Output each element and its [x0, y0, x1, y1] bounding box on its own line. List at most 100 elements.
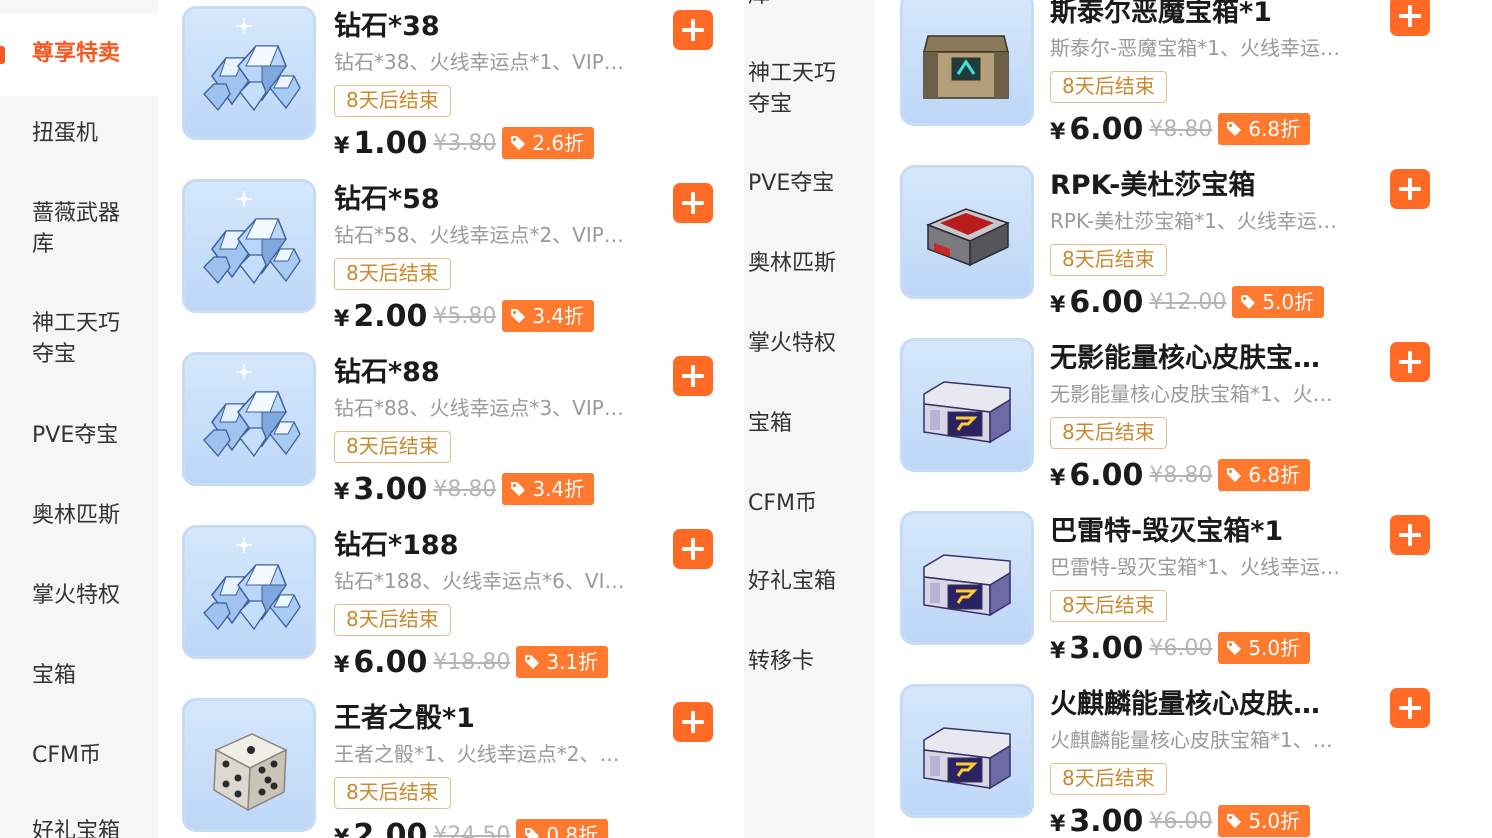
- product-thumbnail[interactable]: [900, 338, 1034, 472]
- category-item[interactable]: 蔷薇武器 库: [0, 180, 158, 280]
- category-item[interactable]: 奥林匹斯: [744, 230, 874, 300]
- category-sidebar-right: 库神工天巧 夺宝 PVE夺宝奥林匹斯掌火特权宝箱 CFM币好礼宝箱转移卡: [744, 0, 874, 838]
- product-description: 钻石*58、火线幸运点*2、VIP…: [334, 223, 624, 247]
- product-thumbnail[interactable]: [182, 352, 316, 486]
- category-label: 转移卡: [748, 649, 815, 674]
- end-time-tag: 8天后结束: [1050, 71, 1167, 103]
- original-price: ¥8.80: [1149, 462, 1213, 488]
- category-item[interactable]: 宝箱: [744, 390, 874, 460]
- product-thumbnail[interactable]: [900, 511, 1034, 645]
- add-to-cart-button[interactable]: [1390, 342, 1430, 382]
- product-thumbnail[interactable]: [900, 684, 1034, 818]
- product-name: 巴雷特-毁灭宝箱*1: [1050, 516, 1284, 547]
- category-item[interactable]: 好礼宝箱: [0, 800, 158, 838]
- category-label: 扭蛋机: [32, 121, 99, 146]
- end-time-tag: 8天后结束: [1050, 763, 1167, 795]
- original-price: ¥18.80: [433, 649, 511, 675]
- category-item[interactable]: 神工天巧 夺宝: [0, 290, 158, 390]
- original-price: ¥8.80: [1149, 116, 1213, 142]
- add-to-cart-button[interactable]: [673, 356, 713, 396]
- end-time-tag: 8天后结束: [334, 258, 451, 290]
- product-thumbnail[interactable]: [182, 6, 316, 140]
- category-item[interactable]: 掌火特权: [744, 310, 874, 380]
- category-item[interactable]: 尊享特卖: [0, 14, 158, 96]
- product-card[interactable]: 钻石*38 钻石*38、火线幸运点*1、VIP… 8天后结束 ¥1.00 ¥3.80 2.…: [158, 6, 744, 179]
- add-to-cart-button[interactable]: [1390, 515, 1430, 555]
- discount-text: 5.0折: [1248, 809, 1301, 833]
- treasure-chest-icon: [923, 35, 1009, 99]
- product-thumbnail[interactable]: [900, 0, 1034, 126]
- add-to-cart-button[interactable]: [1390, 169, 1430, 209]
- category-item[interactable]: 神工天巧 夺宝: [744, 40, 874, 140]
- product-thumbnail[interactable]: [182, 179, 316, 313]
- category-item[interactable]: 好礼宝箱: [744, 548, 874, 618]
- category-label: 尊享特卖: [32, 41, 121, 66]
- add-to-cart-button[interactable]: [673, 183, 713, 223]
- category-item[interactable]: 转移卡: [744, 628, 874, 698]
- add-to-cart-button[interactable]: [673, 10, 713, 50]
- currency-symbol: ¥: [1050, 465, 1066, 491]
- category-label: CFM币: [32, 743, 101, 768]
- category-label: 神工天巧 夺宝: [748, 61, 837, 117]
- discount-badge: 5.0折: [1218, 805, 1311, 837]
- add-to-cart-button[interactable]: [1390, 688, 1430, 728]
- original-price: ¥12.00: [1149, 289, 1227, 315]
- add-to-cart-button[interactable]: [673, 529, 713, 569]
- category-item[interactable]: 宝箱: [0, 640, 158, 710]
- discount-text: 2.6折: [532, 131, 585, 155]
- end-time-tag: 8天后结束: [334, 85, 451, 117]
- add-to-cart-button[interactable]: [673, 702, 713, 742]
- product-card[interactable]: 钻石*88 钻石*88、火线幸运点*3、VIP… 8天后结束 ¥3.00 ¥8.80 3.…: [158, 352, 744, 525]
- category-item[interactable]: PVE夺宝: [744, 150, 874, 220]
- original-price: ¥8.80: [433, 476, 497, 502]
- price-row: ¥3.00 ¥6.00 5.0折: [1050, 802, 1311, 838]
- original-price: ¥6.00: [1149, 808, 1213, 834]
- discount-badge: 3.4折: [502, 300, 595, 332]
- discount-badge: 2.6折: [502, 127, 595, 159]
- product-card[interactable]: 钻石*58 钻石*58、火线幸运点*2、VIP… 8天后结束 ¥2.00 ¥5.80 3.…: [158, 179, 744, 352]
- price-row: ¥6.00 ¥18.80 3.1折: [334, 643, 609, 681]
- product-description: 巴雷特-毁灭宝箱*1、火线幸运…: [1050, 555, 1340, 579]
- product-card[interactable]: 王者之骰*1 王者之骰*1、火线幸运点*2、… 8天后结束 ¥2.00 ¥24.50 0.…: [158, 698, 744, 838]
- category-item[interactable]: 奥林匹斯: [0, 480, 158, 550]
- original-price: ¥5.80: [433, 303, 497, 329]
- product-thumbnail[interactable]: [900, 165, 1034, 299]
- current-price: 6.00: [1069, 457, 1144, 493]
- category-label: PVE夺宝: [748, 171, 835, 196]
- add-to-cart-button[interactable]: [1390, 0, 1430, 36]
- price-tag-icon: [525, 828, 540, 838]
- category-item[interactable]: CFM币: [744, 470, 874, 540]
- category-item[interactable]: CFM币: [0, 720, 158, 790]
- current-price: 3.00: [353, 471, 428, 507]
- end-time-tag: 8天后结束: [334, 604, 451, 636]
- product-card[interactable]: RPK-美杜莎宝箱 RPK-美杜莎宝箱*1、火线幸运… 8天后结束 ¥6.00 ¥12.…: [874, 165, 1492, 338]
- category-item[interactable]: 扭蛋机: [0, 96, 158, 170]
- price-row: ¥6.00 ¥8.80 6.8折: [1050, 456, 1311, 494]
- category-item[interactable]: 掌火特权: [0, 560, 158, 630]
- product-description: 无影能量核心皮肤宝箱*1、火…: [1050, 382, 1333, 406]
- category-item[interactable]: 库: [744, 0, 874, 20]
- currency-symbol: ¥: [1050, 292, 1066, 318]
- category-item[interactable]: PVE夺宝: [0, 400, 158, 470]
- price-row: ¥3.00 ¥6.00 5.0折: [1050, 629, 1311, 667]
- discount-text: 6.8折: [1248, 463, 1301, 487]
- currency-symbol: ¥: [1050, 119, 1066, 145]
- end-time-tag: 8天后结束: [1050, 244, 1167, 276]
- active-indicator: [0, 46, 5, 64]
- product-thumbnail[interactable]: [182, 698, 316, 832]
- discount-text: 3.1折: [546, 650, 599, 674]
- category-label: 蔷薇武器 库: [32, 201, 121, 257]
- product-card[interactable]: 火麒麟能量核心皮肤… 火麒麟能量核心皮肤宝箱*1、… 8天后结束 ¥3.00 ¥6.00…: [874, 684, 1492, 838]
- category-label: PVE夺宝: [32, 423, 119, 448]
- product-card[interactable]: 无影能量核心皮肤宝… 无影能量核心皮肤宝箱*1、火… 8天后结束 ¥6.00 ¥8.80…: [874, 338, 1492, 511]
- product-card[interactable]: 斯泰尔恶魔宝箱*1 斯泰尔-恶魔宝箱*1、火线幸运… 8天后结束 ¥6.00 ¥8.80…: [874, 0, 1492, 165]
- product-card[interactable]: 钻石*188 钻石*188、火线幸运点*6、VI… 8天后结束 ¥6.00 ¥18.80…: [158, 525, 744, 698]
- product-card[interactable]: 巴雷特-毁灭宝箱*1 巴雷特-毁灭宝箱*1、火线幸运… 8天后结束 ¥3.00 ¥6.0…: [874, 511, 1492, 684]
- price-row: ¥6.00 ¥8.80 6.8折: [1050, 110, 1311, 148]
- product-thumbnail[interactable]: [182, 525, 316, 659]
- category-label: 掌火特权: [32, 583, 121, 608]
- price-row: ¥3.00 ¥8.80 3.4折: [334, 470, 595, 508]
- product-name: 钻石*58: [334, 184, 440, 215]
- price-tag-icon: [1227, 468, 1242, 482]
- product-description: 火麒麟能量核心皮肤宝箱*1、…: [1050, 728, 1333, 752]
